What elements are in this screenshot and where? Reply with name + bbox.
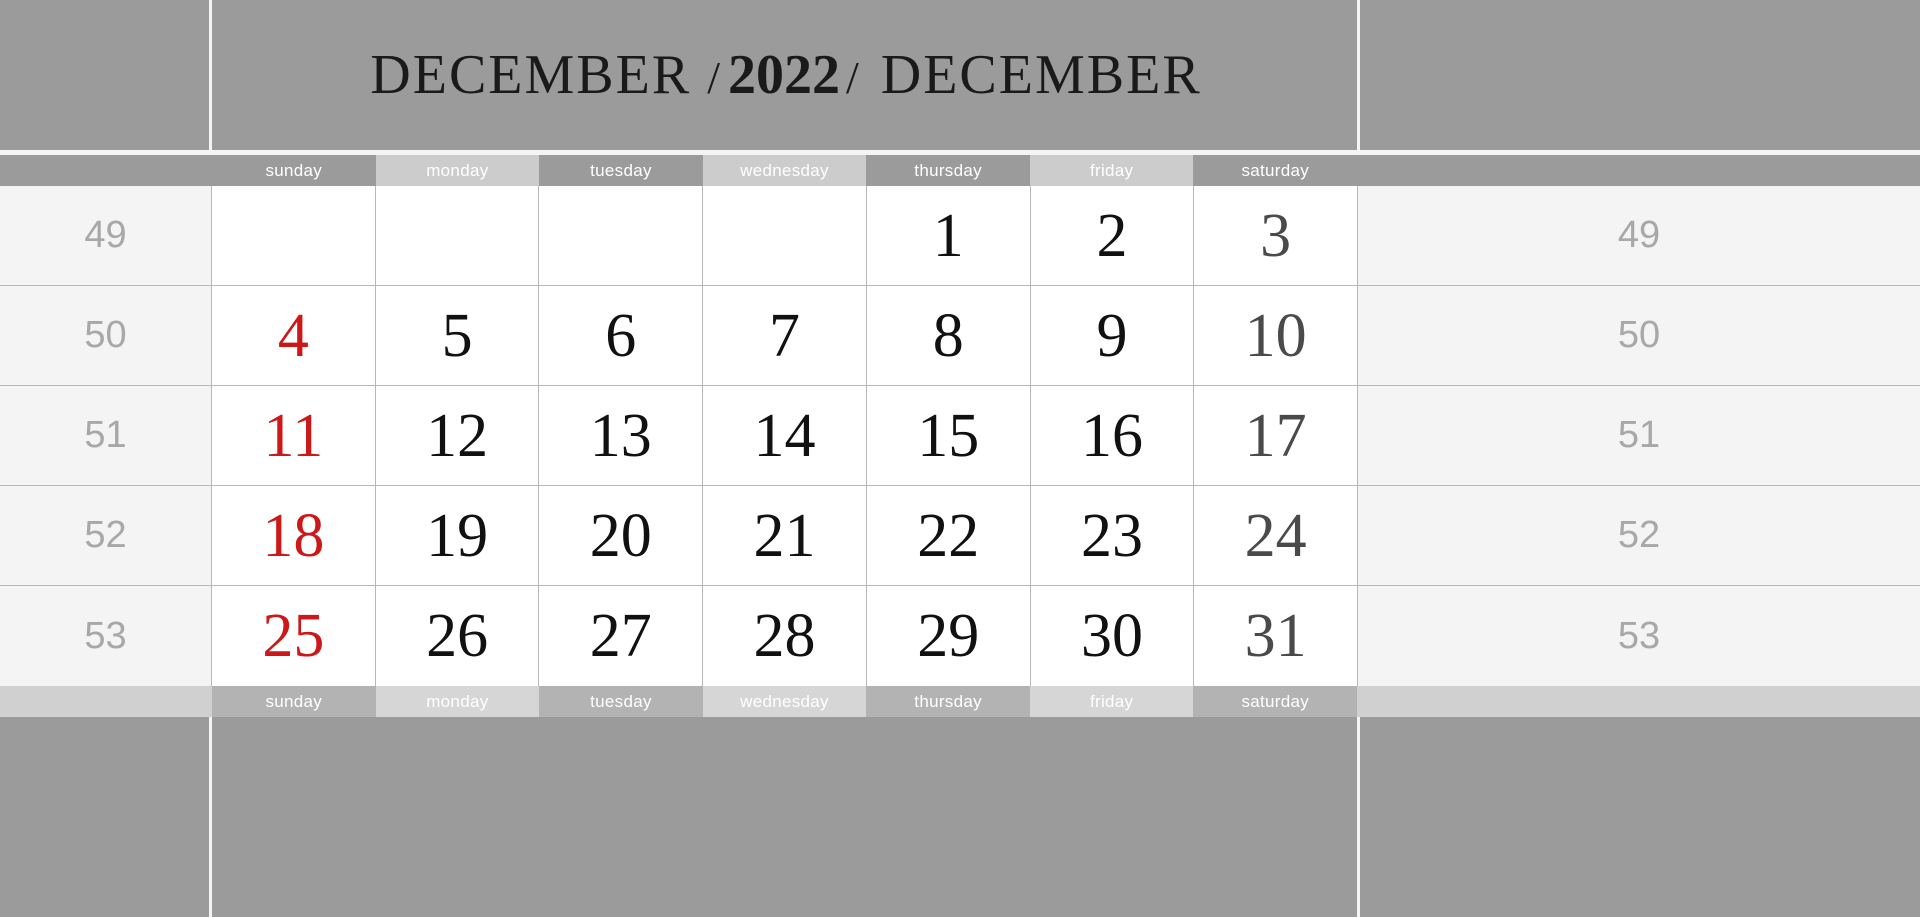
weekday-label-friday-bottom: friday xyxy=(1029,686,1194,717)
day-cells: 123 xyxy=(212,186,1358,285)
weekday-label-saturday-top: saturday xyxy=(1193,155,1358,186)
day-cell-1[interactable]: 1 xyxy=(866,186,1031,285)
day-cell-2[interactable]: 2 xyxy=(1030,186,1195,285)
calendar-title-area: DECEMBER /2022/ DECEMBER xyxy=(215,0,1357,150)
calendar-footer-band xyxy=(0,717,1920,917)
week-number-left: 53 xyxy=(0,586,212,686)
weekday-label-tuesday-bottom: tuesday xyxy=(539,686,703,717)
day-cell-6[interactable]: 6 xyxy=(539,286,704,385)
day-cell-11[interactable]: 11 xyxy=(212,386,376,485)
weekday-row-left-spacer-bottom xyxy=(0,686,212,717)
footer-left-spacer xyxy=(0,717,212,917)
day-cell-13[interactable]: 13 xyxy=(539,386,704,485)
day-cell-23[interactable]: 23 xyxy=(1030,486,1195,585)
day-cell-8[interactable]: 8 xyxy=(866,286,1031,385)
week-number-left: 51 xyxy=(0,386,212,485)
week-row: 52 18 19 20 21 22 23 24 52 xyxy=(0,486,1920,586)
week-number-left: 52 xyxy=(0,486,212,585)
day-cell-21[interactable]: 21 xyxy=(703,486,867,585)
weekday-label-friday-top: friday xyxy=(1029,155,1194,186)
day-cells: 18 19 20 21 22 23 24 xyxy=(212,486,1358,585)
day-cell-empty xyxy=(703,186,867,285)
day-cell-4[interactable]: 4 xyxy=(212,286,376,385)
weekday-label-monday-bottom: monday xyxy=(375,686,540,717)
footer-center-area xyxy=(215,717,1357,917)
weekday-label-tuesday-top: tuesday xyxy=(539,155,703,186)
header-left-spacer xyxy=(0,0,212,150)
day-cell-14[interactable]: 14 xyxy=(703,386,867,485)
weekday-label-thursday-top: thursday xyxy=(866,155,1030,186)
day-cell-30[interactable]: 30 xyxy=(1030,586,1195,686)
day-cells: 11 12 13 14 15 16 17 xyxy=(212,386,1358,485)
date-grid: 49 1 2 3 49 50 4 5 6 7 8 9 10 50 51 11 12 13 14 15 16 17 51 52 1… xyxy=(0,186,1920,686)
day-cells: 4 5 6 7 8 9 10 xyxy=(212,286,1358,385)
weekday-row-right-spacer-bottom xyxy=(1357,686,1920,717)
day-cell-empty xyxy=(212,186,376,285)
header-right-spacer xyxy=(1357,0,1920,150)
weekday-label-saturday-bottom: saturday xyxy=(1193,686,1358,717)
footer-right-spacer xyxy=(1357,717,1920,917)
week-number-right: 49 xyxy=(1357,186,1920,285)
day-cell-10[interactable]: 10 xyxy=(1194,286,1358,385)
day-cell-22[interactable]: 22 xyxy=(866,486,1031,585)
day-cell-3[interactable]: 3 xyxy=(1194,186,1358,285)
week-number-left: 49 xyxy=(0,186,212,285)
day-cell-7[interactable]: 7 xyxy=(703,286,867,385)
week-number-right: 52 xyxy=(1357,486,1920,585)
weekday-label-wednesday-bottom: wednesday xyxy=(702,686,867,717)
day-cell-16[interactable]: 16 xyxy=(1030,386,1195,485)
title-month-left: DECEMBER xyxy=(370,44,692,106)
day-cell-24[interactable]: 24 xyxy=(1194,486,1358,585)
day-cell-17[interactable]: 17 xyxy=(1194,386,1358,485)
weekday-label-sunday-top: sunday xyxy=(212,155,376,186)
weekday-header-row-top: sunday monday tuesday wednesday thursday frid… xyxy=(0,155,1920,186)
week-number-left: 50 xyxy=(0,286,212,385)
weekday-label-wednesday-top: wednesday xyxy=(702,155,867,186)
week-number-right: 53 xyxy=(1357,586,1920,686)
calendar-header-band: DECEMBER /2022/ DECEMBER xyxy=(0,0,1920,150)
day-cell-9[interactable]: 9 xyxy=(1030,286,1195,385)
calendar-title: DECEMBER /2022/ DECEMBER xyxy=(370,47,1201,103)
calendar-page: DECEMBER/2022/DECEMBER sunday monday tuesd… xyxy=(0,0,1920,917)
weekday-labels-top: sunday monday tuesday wednesday thursday frid… xyxy=(212,155,1358,186)
day-cell-15[interactable]: 15 xyxy=(866,386,1031,485)
weekday-label-sunday-bottom: sunday xyxy=(212,686,376,717)
day-cell-empty xyxy=(539,186,704,285)
week-number-right: 50 xyxy=(1357,286,1920,385)
weekday-labels-bottom: sunday monday tuesday wednesday thursday frid… xyxy=(212,686,1358,717)
day-cell-26[interactable]: 26 xyxy=(375,586,540,686)
day-cell-25[interactable]: 25 xyxy=(212,586,376,686)
weekday-label-monday-top: monday xyxy=(375,155,540,186)
day-cell-18[interactable]: 18 xyxy=(212,486,376,585)
day-cell-20[interactable]: 20 xyxy=(539,486,704,585)
day-cell-29[interactable]: 29 xyxy=(866,586,1031,686)
week-row: 50 4 5 6 7 8 9 10 50 xyxy=(0,286,1920,386)
week-row: 53 25 26 27 28 29 30 31 53 xyxy=(0,586,1920,686)
week-row: 49 1 2 3 49 xyxy=(0,186,1920,286)
title-separator-left: / xyxy=(707,52,722,103)
day-cell-5[interactable]: 5 xyxy=(375,286,540,385)
title-year: 2022 xyxy=(728,44,840,106)
day-cell-19[interactable]: 19 xyxy=(375,486,540,585)
title-separator-right: / xyxy=(846,52,861,103)
weekday-label-thursday-bottom: thursday xyxy=(866,686,1030,717)
weekday-header-row-bottom: sunday monday tuesday wednesday thursday frid… xyxy=(0,686,1920,717)
title-month-right: DECEMBER xyxy=(880,44,1202,106)
day-cell-empty xyxy=(375,186,540,285)
weekday-row-left-spacer-top xyxy=(0,155,212,186)
day-cells: 25 26 27 28 29 30 31 xyxy=(212,586,1358,686)
day-cell-27[interactable]: 27 xyxy=(539,586,704,686)
day-cell-31[interactable]: 31 xyxy=(1194,586,1358,686)
day-cell-28[interactable]: 28 xyxy=(703,586,867,686)
weekday-row-right-spacer-top xyxy=(1357,155,1920,186)
week-row: 51 11 12 13 14 15 16 17 51 xyxy=(0,386,1920,486)
day-cell-12[interactable]: 12 xyxy=(375,386,540,485)
week-number-right: 51 xyxy=(1357,386,1920,485)
